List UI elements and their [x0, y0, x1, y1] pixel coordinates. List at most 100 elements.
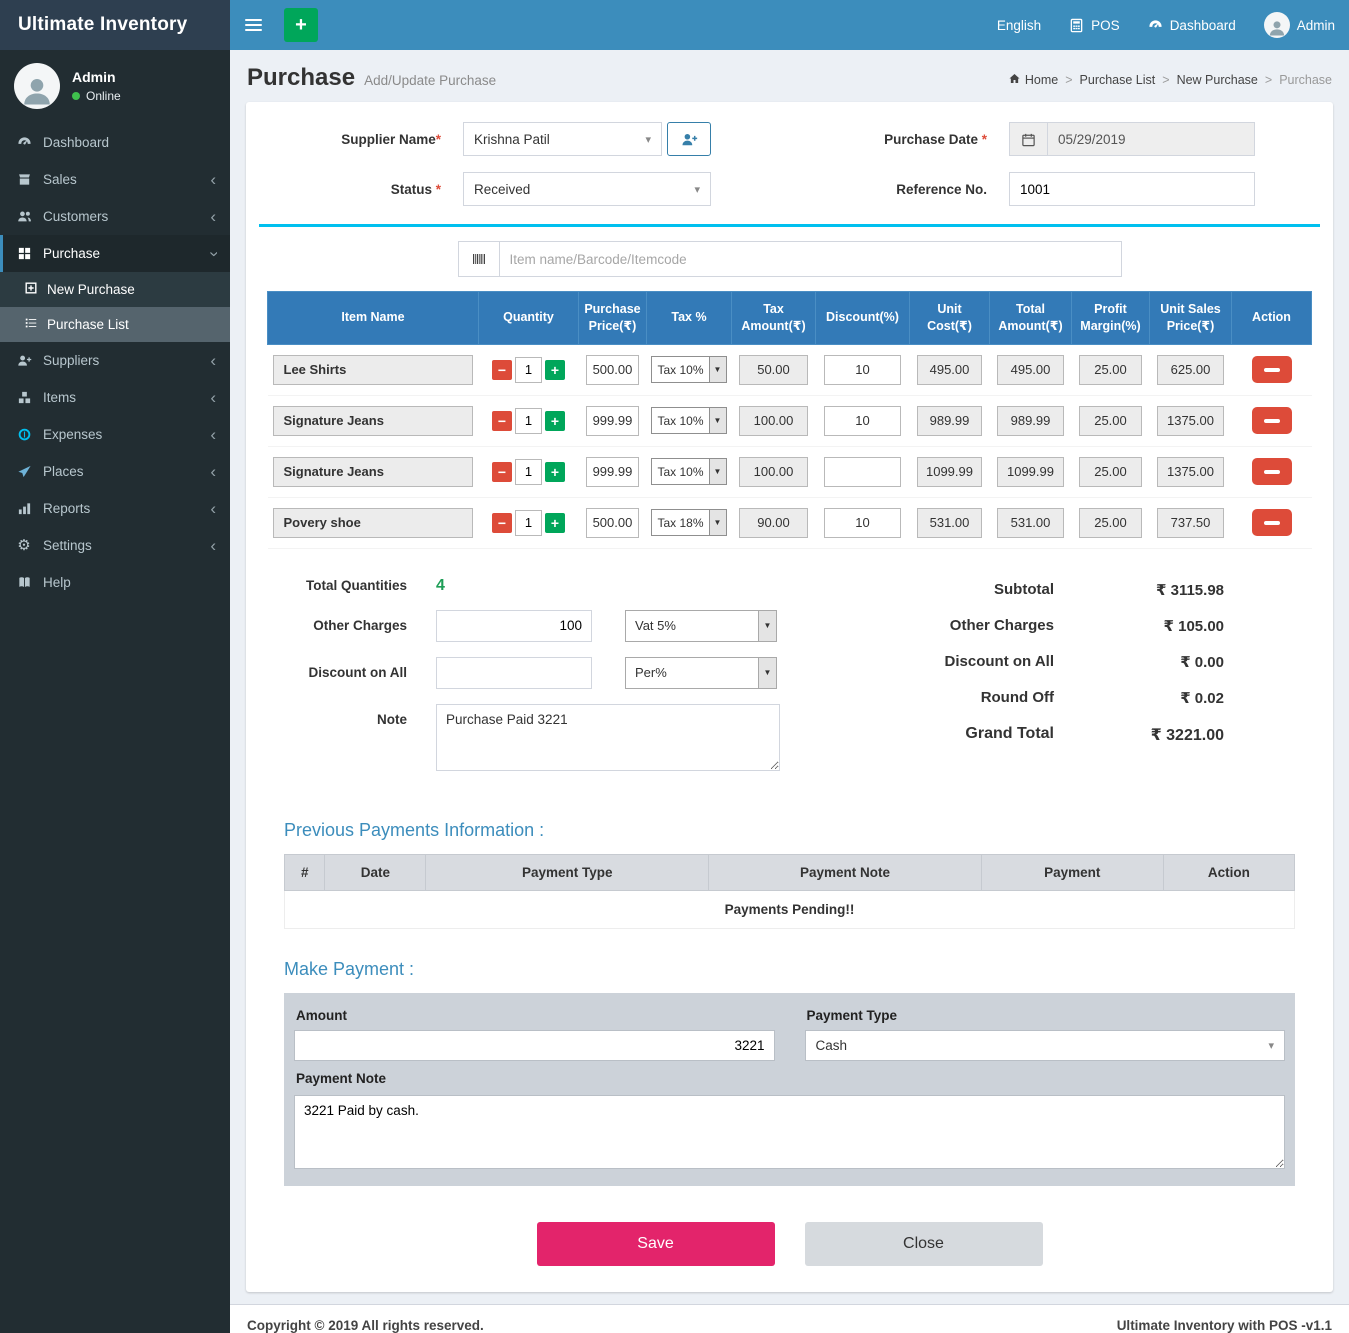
remove-item-button[interactable] [1252, 458, 1292, 485]
unit-sales-price-input [1157, 406, 1223, 436]
chevron-left-icon: ‹ [210, 356, 216, 366]
summary-row-grand-total: Grand Total ₹ 3221.00 [906, 725, 1224, 745]
other-charges-tax-select[interactable]: Vat 5%▼ [625, 610, 777, 642]
discount-input[interactable] [824, 457, 901, 487]
tax-select[interactable]: Tax 10%▼ [651, 407, 726, 434]
add-supplier-button[interactable] [667, 122, 711, 156]
quantity-decrease-button[interactable]: − [492, 462, 512, 482]
purchase-price-input[interactable] [586, 457, 639, 487]
calendar-icon [1009, 122, 1047, 156]
language-selector[interactable]: English [983, 0, 1055, 50]
summary-row-round-off: Round Off ₹ 0.02 [906, 689, 1224, 707]
breadcrumb-new-purchase-link[interactable]: New Purchase [1177, 73, 1258, 87]
payment-amount-input[interactable] [294, 1030, 775, 1061]
column-header: Unit Cost(₹) [910, 292, 990, 345]
quantity-increase-button[interactable]: + [545, 513, 565, 533]
remove-item-button[interactable] [1252, 509, 1292, 536]
chevron-left-icon: ‹ [210, 541, 216, 551]
cubes-icon [15, 390, 33, 405]
breadcrumb-home-link[interactable]: Home [1008, 72, 1058, 88]
quantity-decrease-button[interactable]: − [492, 513, 512, 533]
table-header-row: Item Name Quantity Purchase Price(₹) Tax… [268, 292, 1312, 345]
quantity-increase-button[interactable]: + [545, 411, 565, 431]
sidebar-item-label: Purchase List [47, 317, 129, 332]
quantity-input[interactable] [515, 459, 542, 485]
sidebar-item-dashboard[interactable]: Dashboard [0, 124, 230, 161]
quantity-decrease-button[interactable]: − [492, 411, 512, 431]
online-status-label: Online [86, 89, 121, 103]
quantity-increase-button[interactable]: + [545, 360, 565, 380]
discount-input[interactable] [824, 406, 901, 436]
content-header: Purchase Add/Update Purchase Home > Purc… [247, 64, 1332, 92]
reference-no-input[interactable] [1009, 172, 1255, 206]
language-label: English [997, 18, 1041, 33]
sidebar-item-places[interactable]: Places ‹ [0, 453, 230, 490]
hamburger-icon [245, 16, 262, 34]
payment-note-textarea[interactable]: 3221 Paid by cash. [294, 1095, 1285, 1169]
status-label: Status * [301, 182, 441, 197]
quick-add-button[interactable]: + [284, 8, 318, 42]
remove-item-button[interactable] [1252, 356, 1292, 383]
purchase-header-form: Supplier Name* Krishna Patil ▾ Purchase … [301, 122, 1320, 206]
quantity-increase-button[interactable]: + [545, 462, 565, 482]
sidebar-item-new-purchase[interactable]: New Purchase [0, 272, 230, 307]
tax-amount-input [739, 457, 807, 487]
tax-select[interactable]: Tax 10%▼ [651, 356, 726, 383]
discount-type-select[interactable]: Per%▼ [625, 657, 777, 689]
chevron-left-icon: ‹ [210, 175, 216, 185]
discount-on-all-input[interactable] [436, 657, 592, 689]
table-row: Payments Pending!! [285, 890, 1295, 928]
purchase-price-input[interactable] [586, 355, 639, 385]
payment-type-select[interactable]: Cash ▾ [805, 1030, 1286, 1061]
column-header: Payment Type [426, 854, 709, 890]
unit-sales-price-input [1157, 355, 1223, 385]
quantity-input[interactable] [515, 510, 542, 536]
quantity-input[interactable] [515, 357, 542, 383]
sidebar-item-label: Dashboard [43, 135, 109, 150]
tax-amount-input [739, 406, 807, 436]
column-header: Action [1232, 292, 1312, 345]
sidebar-item-reports[interactable]: Reports ‹ [0, 490, 230, 527]
sidebar-item-items[interactable]: Items ‹ [0, 379, 230, 416]
chevron-left-icon: ‹ [210, 467, 216, 477]
breadcrumb-purchase-list-link[interactable]: Purchase List [1080, 73, 1156, 87]
purchase-date-input[interactable] [1047, 122, 1255, 156]
item-name-input [273, 355, 474, 385]
profit-margin-input [1079, 508, 1142, 538]
grid-icon [15, 246, 33, 261]
sidebar-item-customers[interactable]: Customers ‹ [0, 198, 230, 235]
discount-input[interactable] [824, 508, 901, 538]
sidebar-user-avatar [14, 63, 60, 109]
app-logo[interactable]: Ultimate Inventory [0, 0, 230, 50]
item-name-input [273, 406, 474, 436]
item-search-input[interactable] [500, 241, 1122, 277]
sidebar-toggle-button[interactable] [230, 0, 276, 50]
discount-input[interactable] [824, 355, 901, 385]
sidebar-item-purchase[interactable]: Purchase ‹ [0, 235, 230, 272]
tax-select[interactable]: Tax 10%▼ [651, 458, 726, 485]
column-header: Tax % [646, 292, 731, 345]
quantity-input[interactable] [515, 408, 542, 434]
close-button[interactable]: Close [805, 1222, 1043, 1266]
status-select[interactable]: Received ▾ [463, 172, 711, 206]
unit-cost-input [917, 508, 981, 538]
sidebar-item-purchase-list[interactable]: Purchase List [0, 307, 230, 342]
supplier-select[interactable]: Krishna Patil ▾ [463, 122, 662, 156]
purchase-price-input[interactable] [586, 508, 639, 538]
quantity-decrease-button[interactable]: − [492, 360, 512, 380]
tax-select[interactable]: Tax 18%▼ [651, 509, 726, 536]
sidebar-item-settings[interactable]: ⚙ Settings ‹ [0, 527, 230, 564]
sidebar-item-expenses[interactable]: Expenses ‹ [0, 416, 230, 453]
note-textarea[interactable]: Purchase Paid 3221 [436, 704, 780, 771]
purchase-price-input[interactable] [586, 406, 639, 436]
amount-label: Amount [296, 1008, 773, 1023]
dashboard-link[interactable]: Dashboard [1134, 0, 1250, 50]
user-menu[interactable]: Admin [1250, 0, 1349, 50]
save-button[interactable]: Save [537, 1222, 775, 1266]
other-charges-input[interactable] [436, 610, 592, 642]
pos-link[interactable]: POS [1055, 0, 1134, 50]
sidebar-item-sales[interactable]: Sales ‹ [0, 161, 230, 198]
sidebar-item-help[interactable]: Help [0, 564, 230, 601]
remove-item-button[interactable] [1252, 407, 1292, 434]
sidebar-item-suppliers[interactable]: Suppliers ‹ [0, 342, 230, 379]
